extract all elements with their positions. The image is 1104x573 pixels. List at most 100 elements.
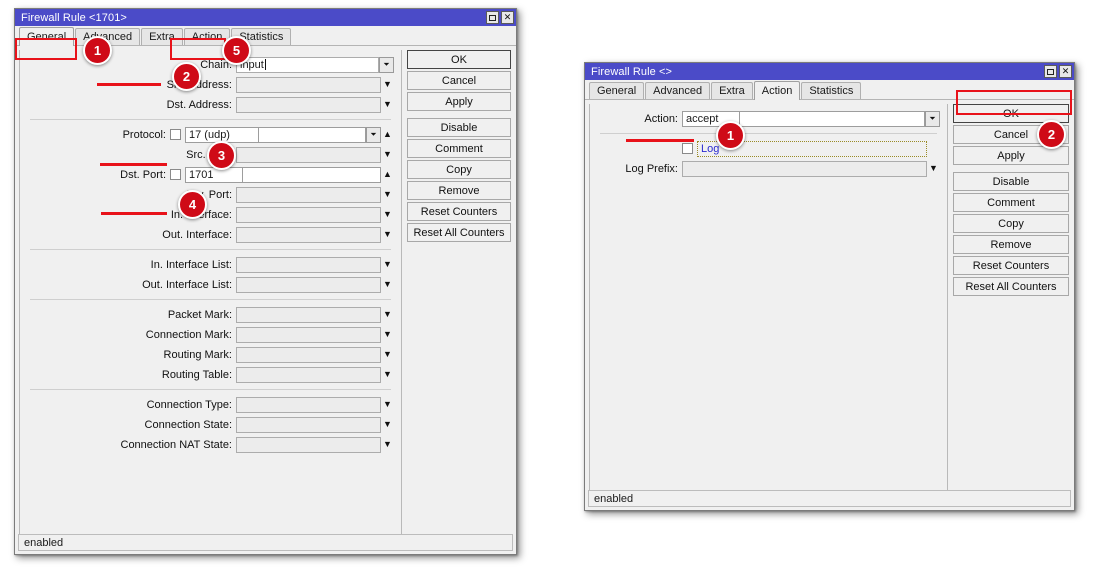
underline-action: [626, 139, 694, 142]
chevron-down-icon[interactable]: ▼: [381, 150, 394, 159]
firewall-rule-window-right[interactable]: Firewall Rule <> ✕ General Advanced Extr…: [584, 62, 1075, 511]
chevron-down-icon[interactable]: ▼: [927, 164, 940, 173]
in-interface-list-input[interactable]: [236, 256, 381, 273]
disable-button[interactable]: Disable: [953, 172, 1069, 191]
field-row-connection-type[interactable]: Connection Type: ▼: [24, 395, 397, 414]
maximize-icon[interactable]: [1044, 65, 1057, 78]
connection-mark-input[interactable]: [236, 326, 381, 343]
comment-button[interactable]: Comment: [407, 139, 511, 158]
field-row-in-interface[interactable]: In. Interface: ▼: [24, 205, 397, 224]
action-dropdown-icon[interactable]: ⏷: [925, 110, 940, 127]
out-interface-input[interactable]: [236, 226, 381, 243]
firewall-rule-window-left[interactable]: Firewall Rule <1701> ✕ General Advanced …: [14, 8, 517, 555]
field-row-action[interactable]: Action: accept ⏷: [594, 109, 943, 128]
copy-button[interactable]: Copy: [953, 214, 1069, 233]
src-address-input[interactable]: [236, 76, 381, 93]
chevron-down-icon[interactable]: ▼: [381, 280, 394, 289]
chain-input[interactable]: input: [236, 56, 379, 73]
tab-advanced[interactable]: Advanced: [645, 82, 711, 99]
chevron-down-icon[interactable]: ▼: [381, 310, 394, 319]
tab-extra[interactable]: Extra: [711, 82, 753, 99]
connection-state-input[interactable]: [236, 416, 381, 433]
field-row-connection-mark[interactable]: Connection Mark: ▼: [24, 325, 397, 344]
chevron-up-icon[interactable]: ▲: [381, 170, 394, 179]
dst-port-input[interactable]: 1701: [185, 166, 381, 183]
chain-dropdown-icon[interactable]: ⏷: [379, 56, 394, 73]
field-row-dst-address[interactable]: Dst. Address: ▼: [24, 95, 397, 114]
field-row-any-port[interactable]: Any. Port: ▼: [24, 185, 397, 204]
tab-general[interactable]: General: [589, 82, 645, 99]
field-row-protocol[interactable]: Protocol: 17 (udp) ⏷ ▲: [24, 125, 397, 144]
in-interface-input[interactable]: [236, 206, 381, 223]
chevron-up-icon[interactable]: ▲: [381, 130, 394, 139]
field-row-connection-state[interactable]: Connection State: ▼: [24, 415, 397, 434]
out-interface-list-input[interactable]: [236, 276, 381, 293]
protocol-dropdown-icon[interactable]: ⏷: [366, 126, 381, 143]
chevron-down-icon[interactable]: ▼: [381, 260, 394, 269]
reset-counters-button[interactable]: Reset Counters: [953, 256, 1069, 275]
field-row-dst-port[interactable]: Dst. Port: 1701 ▲: [24, 165, 397, 184]
close-icon[interactable]: ✕: [1059, 65, 1072, 78]
chevron-down-icon[interactable]: ▼: [381, 440, 394, 449]
dst-port-value-box[interactable]: 1701: [185, 166, 243, 183]
right-tab-bar[interactable]: General Advanced Extra Action Statistics: [585, 80, 1074, 100]
dst-port-input-rest[interactable]: [243, 166, 381, 183]
action-input[interactable]: accept: [682, 110, 925, 127]
protocol-input-rest[interactable]: [259, 126, 366, 143]
reset-all-counters-button[interactable]: Reset All Counters: [953, 277, 1069, 296]
src-port-input[interactable]: [236, 146, 381, 163]
chevron-down-icon[interactable]: ▼: [381, 210, 394, 219]
reset-counters-button[interactable]: Reset Counters: [407, 202, 511, 221]
protocol-checkbox[interactable]: [170, 129, 181, 140]
field-row-out-interface[interactable]: Out. Interface: ▼: [24, 225, 397, 244]
chevron-down-icon[interactable]: ▼: [381, 400, 394, 409]
tab-action[interactable]: Action: [753, 81, 801, 100]
chevron-down-icon[interactable]: ▼: [381, 230, 394, 239]
chevron-down-icon[interactable]: ▼: [381, 190, 394, 199]
reset-all-counters-button[interactable]: Reset All Counters: [407, 223, 511, 242]
packet-mark-input[interactable]: [236, 306, 381, 323]
remove-button[interactable]: Remove: [953, 235, 1069, 254]
field-row-packet-mark[interactable]: Packet Mark: ▼: [24, 305, 397, 324]
cancel-button[interactable]: Cancel: [407, 71, 511, 90]
connection-type-input[interactable]: [236, 396, 381, 413]
field-row-log[interactable]: Log: [594, 139, 943, 158]
tab-statistics[interactable]: Statistics: [801, 82, 862, 99]
action-input-rest[interactable]: [740, 110, 925, 127]
field-row-in-interface-list[interactable]: In. Interface List: ▼: [24, 255, 397, 274]
chevron-down-icon[interactable]: ▼: [381, 370, 394, 379]
any-port-input[interactable]: [236, 186, 381, 203]
maximize-icon[interactable]: [486, 11, 499, 24]
disable-button[interactable]: Disable: [407, 118, 511, 137]
connection-nat-state-input[interactable]: [236, 436, 381, 453]
remove-button[interactable]: Remove: [407, 181, 511, 200]
chevron-down-icon[interactable]: ▼: [381, 80, 394, 89]
chevron-down-icon[interactable]: ▼: [381, 350, 394, 359]
routing-table-input[interactable]: [236, 366, 381, 383]
tab-extra[interactable]: Extra: [141, 28, 183, 45]
chevron-down-icon[interactable]: ▼: [381, 420, 394, 429]
log-prefix-input[interactable]: [682, 160, 927, 177]
field-row-routing-mark[interactable]: Routing Mark: ▼: [24, 345, 397, 364]
field-row-log-prefix[interactable]: Log Prefix: ▼: [594, 159, 943, 178]
apply-button[interactable]: Apply: [407, 92, 511, 111]
routing-mark-input[interactable]: [236, 346, 381, 363]
chevron-down-icon[interactable]: ▼: [381, 330, 394, 339]
field-row-out-interface-list[interactable]: Out. Interface List: ▼: [24, 275, 397, 294]
left-window-titlebar[interactable]: Firewall Rule <1701> ✕: [15, 9, 516, 26]
protocol-input[interactable]: 17 (udp): [185, 126, 366, 143]
comment-button[interactable]: Comment: [953, 193, 1069, 212]
dst-address-input[interactable]: [236, 96, 381, 113]
field-row-chain[interactable]: Chain: input ⏷: [24, 55, 397, 74]
dst-port-checkbox[interactable]: [170, 169, 181, 180]
tab-general[interactable]: General: [19, 27, 75, 46]
field-row-routing-table[interactable]: Routing Table: ▼: [24, 365, 397, 384]
close-icon[interactable]: ✕: [501, 11, 514, 24]
right-window-titlebar[interactable]: Firewall Rule <> ✕: [585, 63, 1074, 80]
copy-button[interactable]: Copy: [407, 160, 511, 179]
ok-button[interactable]: OK: [407, 50, 511, 69]
field-row-src-address[interactable]: Src. Address: ▼: [24, 75, 397, 94]
log-checkbox[interactable]: [682, 143, 693, 154]
chevron-down-icon[interactable]: ▼: [381, 100, 394, 109]
field-row-connection-nat-state[interactable]: Connection NAT State: ▼: [24, 435, 397, 454]
